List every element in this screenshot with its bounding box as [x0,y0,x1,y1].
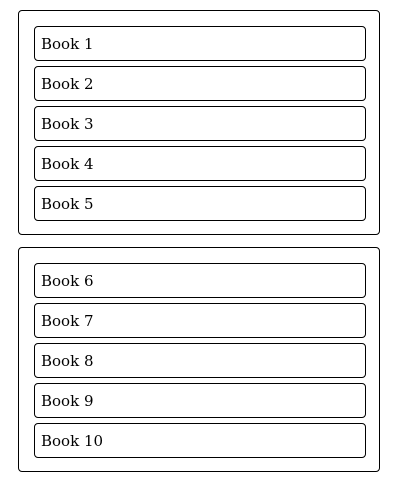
book-group-panel-1: Book 1 Book 2 Book 3 Book 4 Book 5 [18,10,380,235]
book-item-10[interactable]: Book 10 [34,423,366,458]
book-item-4[interactable]: Book 4 [34,146,366,181]
book-item-1[interactable]: Book 1 [34,26,366,61]
book-item-2[interactable]: Book 2 [34,66,366,101]
book-label: Book 9 [41,391,94,410]
book-label: Book 8 [41,351,94,370]
book-list-1: Book 1 Book 2 Book 3 Book 4 Book 5 [34,26,366,221]
book-label: Book 5 [41,194,94,213]
book-label: Book 1 [41,34,94,53]
book-label: Book 3 [41,114,94,133]
book-label: Book 10 [41,431,104,450]
book-item-8[interactable]: Book 8 [34,343,366,378]
book-label: Book 6 [41,271,94,290]
book-label: Book 4 [41,154,94,173]
book-label: Book 7 [41,311,94,330]
book-item-5[interactable]: Book 5 [34,186,366,221]
book-item-9[interactable]: Book 9 [34,383,366,418]
book-list-2: Book 6 Book 7 Book 8 Book 9 Book 10 [34,263,366,458]
book-group-panel-2: Book 6 Book 7 Book 8 Book 9 Book 10 [18,247,380,472]
book-item-6[interactable]: Book 6 [34,263,366,298]
book-item-3[interactable]: Book 3 [34,106,366,141]
book-item-7[interactable]: Book 7 [34,303,366,338]
book-label: Book 2 [41,74,94,93]
